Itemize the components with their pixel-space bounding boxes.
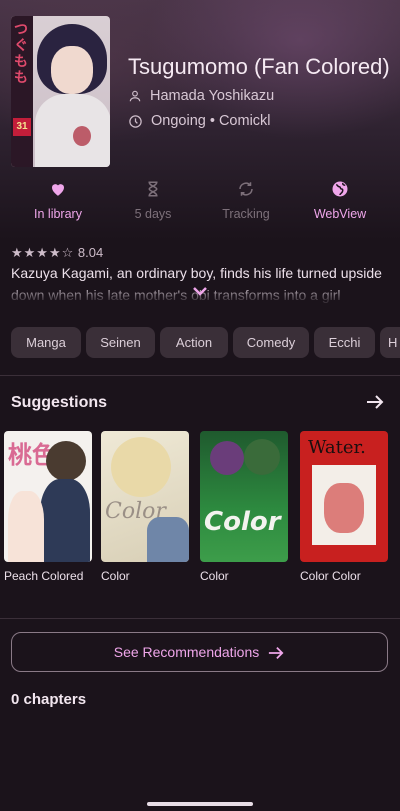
cover-spine-title: つぐもも (14, 22, 28, 86)
suggestion-caption: Color Color (300, 569, 361, 583)
suggestion-cover: Water. (300, 431, 388, 562)
suggestion-caption: Color (200, 569, 229, 583)
cover-art-figure (147, 517, 189, 562)
genre-chip[interactable]: Seinen (86, 327, 155, 358)
suggestion-caption: Color (101, 569, 130, 583)
cover-art-hair (210, 441, 244, 475)
rating-value: 8.04 (77, 245, 104, 260)
suggestions-more-button[interactable] (365, 393, 385, 416)
suggestion-cover: Color (101, 431, 189, 562)
heart-icon (52, 184, 64, 196)
cover-art-figure (8, 491, 44, 562)
genre-chip[interactable]: Manga (11, 327, 81, 358)
suggestion-item[interactable]: Water. Color Color (300, 431, 388, 583)
clock-icon (129, 114, 142, 128)
genre-chip[interactable]: Action (160, 327, 228, 358)
cover-art-figure (40, 479, 90, 562)
suggestion-item[interactable]: 桃色 Peach Colored (4, 431, 92, 583)
cover-art-hair (244, 439, 280, 475)
status-row: Ongoing • Comickl (128, 111, 271, 131)
status-source-text: Ongoing • Comickl (151, 113, 271, 129)
suggestion-cover-title: Color (204, 507, 281, 537)
suggestion-cover: 桃色 (4, 431, 92, 562)
suggestion-cover-title: Water. (308, 437, 366, 458)
see-recommendations-button[interactable]: See Recommendations (11, 632, 388, 672)
expand-description-button[interactable] (192, 284, 208, 302)
section-divider (0, 618, 400, 619)
author-row[interactable]: Hamada Yoshikazu (128, 86, 274, 106)
hourglass-icon (148, 181, 158, 197)
update-interval-label: 5 days (134, 207, 172, 221)
cover-volume-badge: 31 (13, 118, 31, 136)
rating-stars: ★★★★☆ (11, 245, 75, 260)
see-recommendations-label: See Recommendations (113, 644, 260, 660)
cover-art-figure (324, 483, 364, 533)
cover-art-stain (73, 126, 91, 146)
arrow-right-icon (269, 647, 284, 660)
chevron-down-icon (193, 287, 207, 296)
genre-chip[interactable]: H (380, 327, 400, 358)
manga-cover[interactable]: つぐもも 31 (11, 16, 110, 167)
cover-art-hair (111, 437, 171, 497)
chapters-count: 0 chapters (11, 691, 87, 708)
webview-label: WebView (313, 207, 367, 221)
person-icon (129, 90, 141, 102)
suggestion-cover: Color (200, 431, 288, 562)
section-divider (0, 375, 400, 376)
tracking-label: Tracking (222, 207, 270, 221)
in-library-button[interactable]: In library (8, 180, 108, 230)
genre-chip[interactable]: Comedy (233, 327, 309, 358)
genre-chip[interactable]: Ecchi (314, 327, 375, 358)
action-bar: In library 5 days Tracking WebView (0, 180, 400, 230)
cover-art-hair (46, 441, 86, 481)
update-interval-button[interactable]: 5 days (103, 180, 203, 230)
arrow-right-icon (367, 395, 384, 409)
cover-art-face (51, 46, 93, 94)
suggestion-item[interactable]: Color Color (101, 431, 189, 583)
manga-title[interactable]: Tsugumomo (Fan Colored) (128, 54, 394, 80)
webview-button[interactable]: WebView (290, 180, 390, 230)
author-name: Hamada Yoshikazu (150, 88, 275, 104)
rating: ★★★★☆ 8.04 (11, 245, 103, 261)
gesture-home-bar[interactable] (147, 802, 253, 806)
suggestions-title: Suggestions (11, 394, 108, 411)
globe-icon (332, 181, 348, 197)
suggestion-caption: Peach Colored (4, 569, 84, 583)
sync-icon (239, 182, 253, 196)
tracking-button[interactable]: Tracking (196, 180, 296, 230)
in-library-label: In library (34, 207, 82, 221)
cover-art-kimono (35, 94, 110, 167)
suggestion-item[interactable]: Color Color (200, 431, 288, 583)
